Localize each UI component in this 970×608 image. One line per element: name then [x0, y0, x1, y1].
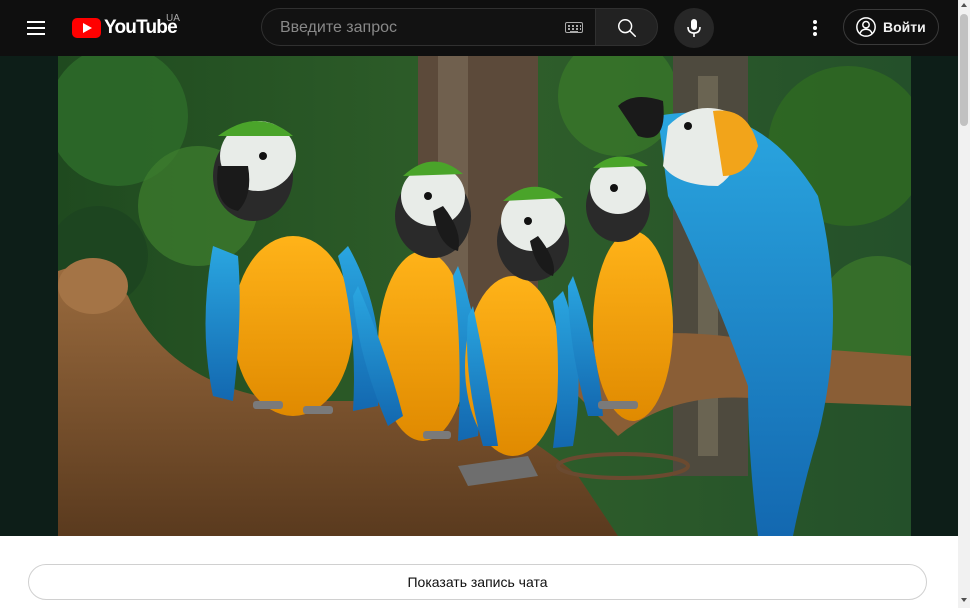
- below-player: Показать запись чата: [0, 536, 958, 608]
- signin-button[interactable]: Войти: [843, 9, 939, 45]
- dot: [813, 20, 817, 24]
- country-code: UA: [166, 13, 180, 24]
- macaw-parrots-video-frame: [58, 56, 911, 536]
- keyboard-icon[interactable]: [565, 22, 583, 33]
- youtube-logo[interactable]: YouTube: [72, 17, 178, 39]
- account-circle-icon: [856, 17, 876, 37]
- search-box: [261, 8, 595, 47]
- youtube-logo-icon: [72, 18, 101, 38]
- scrollbar-thumb[interactable]: [960, 14, 968, 126]
- chat-replay-label: Показать запись чата: [407, 574, 548, 590]
- dot: [813, 26, 817, 30]
- menu-icon-bar: [27, 27, 45, 29]
- more-vert-icon[interactable]: [797, 8, 833, 48]
- page-scrollbar[interactable]: [958, 0, 970, 608]
- search-button[interactable]: [595, 8, 658, 46]
- search-icon: [618, 19, 636, 37]
- masthead: YouTube UA Войти: [0, 0, 958, 56]
- search-input[interactable]: [278, 9, 562, 47]
- menu-button[interactable]: [16, 8, 56, 48]
- scroll-up-arrow-icon[interactable]: [961, 3, 967, 7]
- voice-search-button[interactable]: [674, 8, 714, 48]
- scroll-down-arrow-icon[interactable]: [961, 598, 967, 602]
- video-player: [0, 56, 958, 572]
- menu-icon-bar: [27, 33, 45, 35]
- menu-icon-bar: [27, 21, 45, 23]
- show-chat-replay-button[interactable]: Показать запись чата: [28, 564, 927, 600]
- video-frame[interactable]: [58, 56, 911, 536]
- signin-label: Войти: [883, 19, 926, 35]
- dot: [813, 32, 817, 36]
- mic-icon: [687, 19, 701, 37]
